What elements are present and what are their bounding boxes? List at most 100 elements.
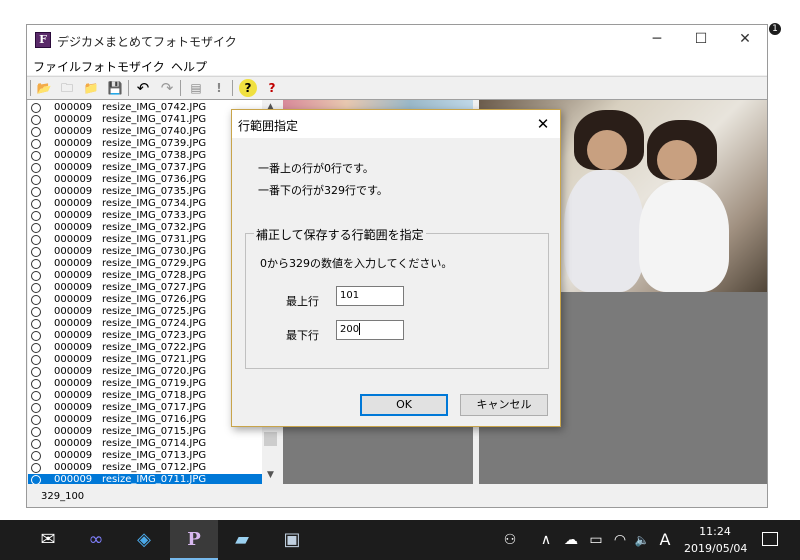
battery-icon[interactable]: ▭ (586, 520, 606, 560)
wifi-icon[interactable]: ◠ (610, 520, 630, 560)
list-item[interactable]: 000009 resize_IMG_0741.JPG (28, 114, 262, 126)
radio-icon[interactable] (31, 475, 41, 484)
list-item[interactable]: 000009 resize_IMG_0727.JPG (28, 282, 262, 294)
list-item[interactable]: 000009 resize_IMG_0732.JPG (28, 222, 262, 234)
chevron-up-icon[interactable]: ∧ (536, 520, 556, 560)
scrollbar-thumb[interactable] (264, 432, 277, 446)
radio-icon[interactable] (31, 415, 41, 425)
radio-icon[interactable] (31, 127, 41, 137)
new-folder-icon[interactable]: 🗀 (58, 79, 76, 97)
list-item[interactable]: 000009 resize_IMG_0720.JPG (28, 366, 262, 378)
mail-app-icon[interactable]: ✉ (24, 520, 72, 560)
list-item[interactable]: 000009 resize_IMG_0735.JPG (28, 186, 262, 198)
radio-icon[interactable] (31, 355, 41, 365)
list-item[interactable]: 000009 resize_IMG_0712.JPG (28, 462, 262, 474)
redo-icon[interactable]: ↷ (158, 79, 176, 97)
radio-icon[interactable] (31, 463, 41, 473)
list-item[interactable]: 000009 resize_IMG_0716.JPG (28, 414, 262, 426)
onedrive-cloud-icon[interactable]: ☁ (560, 520, 582, 560)
list-item[interactable]: 000009 resize_IMG_0733.JPG (28, 210, 262, 222)
minimize-button[interactable]: ─ (635, 25, 679, 55)
undo-icon[interactable]: ↶ (134, 79, 152, 97)
store-app-icon[interactable]: ◈ (120, 520, 168, 560)
close-button[interactable]: ✕ (723, 25, 767, 55)
list-item[interactable]: 000009 resize_IMG_0714.JPG (28, 438, 262, 450)
radio-icon[interactable] (31, 451, 41, 461)
top-row-input[interactable]: 101 (336, 286, 404, 306)
radio-icon[interactable] (31, 199, 41, 209)
scroll-down-icon[interactable]: ▼ (262, 470, 279, 480)
radio-icon[interactable] (31, 367, 41, 377)
radio-icon[interactable] (31, 139, 41, 149)
radio-icon[interactable] (31, 427, 41, 437)
radio-icon[interactable] (31, 403, 41, 413)
list-item[interactable]: 000009 resize_IMG_0729.JPG (28, 258, 262, 270)
radio-icon[interactable] (31, 163, 41, 173)
radio-icon[interactable] (31, 259, 41, 269)
ok-button[interactable]: OK (360, 394, 448, 416)
exclamation-icon[interactable]: ! (210, 79, 228, 97)
radio-icon[interactable] (31, 115, 41, 125)
cancel-button[interactable]: キャンセル (460, 394, 548, 416)
list-item[interactable]: 000009 resize_IMG_0725.JPG (28, 306, 262, 318)
radio-icon[interactable] (31, 379, 41, 389)
list-item[interactable]: 000009 resize_IMG_0731.JPG (28, 234, 262, 246)
list-item[interactable]: 000009 resize_IMG_0718.JPG (28, 390, 262, 402)
list-item[interactable]: 000009 resize_IMG_0722.JPG (28, 342, 262, 354)
radio-icon[interactable] (31, 187, 41, 197)
list-item[interactable]: 000009 resize_IMG_0739.JPG (28, 138, 262, 150)
open-folder-icon[interactable]: 📂 (35, 79, 53, 97)
list-item[interactable]: 000009 resize_IMG_0730.JPG (28, 246, 262, 258)
notification-icon[interactable] (762, 532, 778, 546)
list-item[interactable]: 000009 resize_IMG_0736.JPG (28, 174, 262, 186)
ime-mode-indicator[interactable]: A (656, 520, 674, 560)
list-item[interactable]: 000009 resize_IMG_0728.JPG (28, 270, 262, 282)
radio-icon[interactable] (31, 439, 41, 449)
list-item[interactable]: 000009 resize_IMG_0717.JPG (28, 402, 262, 414)
photomosaic-app-icon[interactable]: P (170, 520, 218, 560)
list-item[interactable]: 000009 resize_IMG_0740.JPG (28, 126, 262, 138)
radio-icon[interactable] (31, 391, 41, 401)
radio-icon[interactable] (31, 295, 41, 305)
infinity-app-icon[interactable]: ∞ (72, 520, 120, 560)
menu-help[interactable]: ヘルプ (171, 58, 207, 75)
list-item[interactable]: 000009 resize_IMG_0724.JPG (28, 318, 262, 330)
menu-file[interactable]: ファイル (33, 58, 81, 75)
list-item[interactable]: 000009 resize_IMG_0713.JPG (28, 450, 262, 462)
clock[interactable]: 11:24 2019/05/04 (684, 523, 747, 557)
radio-icon[interactable] (31, 175, 41, 185)
dialog-close-button[interactable]: ✕ (526, 110, 560, 138)
list-item[interactable]: 000009 resize_IMG_0726.JPG (28, 294, 262, 306)
maximize-button[interactable]: ☐ (679, 25, 723, 55)
radio-icon[interactable] (31, 307, 41, 317)
notebook-app-icon[interactable]: ▰ (218, 520, 266, 560)
volume-icon[interactable]: 🔈 (632, 520, 652, 560)
list-item[interactable]: 000009 resize_IMG_0723.JPG (28, 330, 262, 342)
radio-icon[interactable] (31, 343, 41, 353)
list-item[interactable]: 000009 resize_IMG_0715.JPG (28, 426, 262, 438)
people-icon[interactable]: ⚇ (500, 520, 520, 560)
list-item[interactable]: 000009 resize_IMG_0721.JPG (28, 354, 262, 366)
radio-icon[interactable] (31, 247, 41, 257)
list-item[interactable]: 000009 resize_IMG_0734.JPG (28, 198, 262, 210)
radio-icon[interactable] (31, 223, 41, 233)
save-icon[interactable]: 💾 (106, 79, 124, 97)
radio-icon[interactable] (31, 283, 41, 293)
radio-icon[interactable] (31, 235, 41, 245)
document-icon[interactable]: ▤ (187, 79, 205, 97)
radio-icon[interactable] (31, 331, 41, 341)
help-icon[interactable]: ? (239, 79, 257, 97)
radio-icon[interactable] (31, 319, 41, 329)
image-viewer-app-icon[interactable]: ▣ (268, 520, 316, 560)
bottom-row-input[interactable]: 200 (336, 320, 404, 340)
list-item[interactable]: 000009 resize_IMG_0742.JPG (28, 102, 262, 114)
list-item[interactable]: 000009 resize_IMG_0711.JPG (28, 474, 262, 484)
list-item[interactable]: 000009 resize_IMG_0719.JPG (28, 378, 262, 390)
list-item[interactable]: 000009 resize_IMG_0738.JPG (28, 150, 262, 162)
menu-photomosaic[interactable]: フォトモザイク (81, 58, 165, 75)
file-list[interactable]: 000009 resize_IMG_0742.JPG 000009 resize_IM… (28, 100, 262, 484)
radio-icon[interactable] (31, 103, 41, 113)
list-item[interactable]: 000009 resize_IMG_0737.JPG (28, 162, 262, 174)
radio-icon[interactable] (31, 211, 41, 221)
radio-icon[interactable] (31, 271, 41, 281)
